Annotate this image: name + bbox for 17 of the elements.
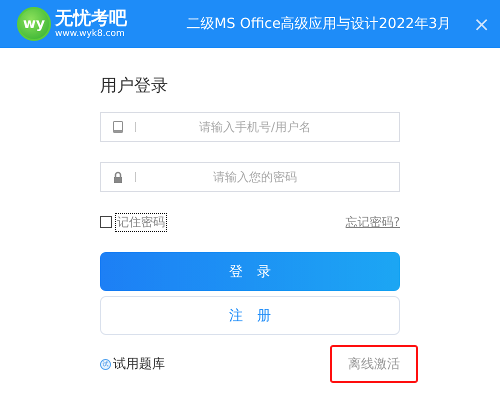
- lock-icon: [113, 171, 123, 183]
- login-heading: 用户登录: [100, 75, 169, 98]
- remember-checkbox[interactable]: [100, 216, 112, 228]
- logo-name: 无忧考吧: [55, 8, 127, 28]
- tablet-icon: [113, 121, 123, 133]
- forgot-password-link[interactable]: 忘记密码?: [346, 214, 400, 230]
- username-field[interactable]: 请输入手机号/用户名: [100, 112, 400, 142]
- trial-link[interactable]: 试用题库: [113, 355, 165, 373]
- close-button[interactable]: ×: [473, 14, 490, 34]
- login-button[interactable]: 登 录: [100, 252, 400, 291]
- register-button[interactable]: 注 册: [100, 296, 400, 335]
- password-field[interactable]: 请输入您的密码: [100, 162, 400, 192]
- window-title: 二级MS Office高级应用与设计2022年3月: [186, 15, 452, 33]
- logo-badge: wy: [17, 7, 51, 41]
- remember-label[interactable]: 记住密码: [115, 212, 167, 232]
- logo-url: www.wyk8.com: [55, 28, 126, 40]
- offline-activation-link[interactable]: 离线激活: [330, 345, 418, 383]
